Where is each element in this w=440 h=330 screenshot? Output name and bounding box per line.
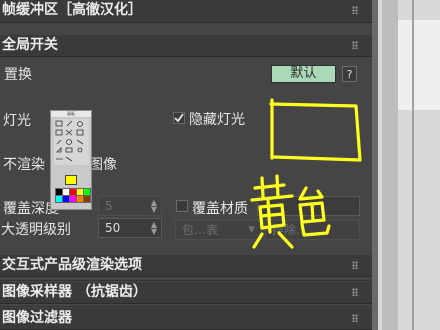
section-header-interactive[interactable]: 交互式产品级渲染选项 (0, 255, 372, 277)
chevron-down-icon: ▼ (248, 225, 255, 235)
checkmark-icon (174, 113, 184, 123)
frame-line (412, 0, 414, 330)
grip-icon (352, 261, 358, 269)
divider (0, 306, 372, 307)
override-depth-value: 5 (105, 199, 113, 213)
spinner-icon[interactable]: ▲ ▼ (151, 199, 157, 214)
window-edge (372, 0, 378, 330)
spinner-icon[interactable]: ▲ ▼ (151, 221, 157, 236)
wall-panel (382, 0, 398, 330)
override-material-checkbox[interactable] (176, 200, 188, 212)
section-title: 全局开关 (2, 37, 58, 53)
current-color-swatch[interactable] (65, 175, 77, 185)
color-swatches[interactable] (55, 188, 91, 208)
tools-icon (55, 120, 84, 162)
default-button[interactable]: 默认 (271, 65, 336, 83)
desktop-background (372, 0, 440, 330)
section-header-frame-buffer[interactable]: 帧缓冲区［高徹汉化］ (0, 0, 372, 23)
section-header-image-filter[interactable]: 图像过滤器 (0, 308, 372, 330)
exclude-button[interactable]: 排除… (265, 220, 360, 240)
override-material-slot[interactable] (257, 196, 360, 216)
image-label: 图像 (89, 157, 117, 173)
palette-title: 画板 (51, 111, 91, 117)
palette-tools[interactable] (54, 119, 89, 165)
divider (0, 280, 372, 281)
swatch-brown[interactable] (83, 195, 91, 203)
section-title: 图像采样器 （抗锯齿） (2, 284, 147, 300)
max-transparency-value: 50 (105, 221, 121, 235)
override-material-label: 覆盖材质 (192, 201, 248, 217)
section-title: 交互式产品级渲染选项 (2, 257, 142, 273)
include-label: 包…表 (182, 223, 219, 237)
section-title: 帧缓冲区［高徹汉化］ (2, 2, 142, 18)
section-title: 图像过滤器 (2, 310, 72, 326)
help-button[interactable]: ? (342, 66, 357, 82)
paint-palette-window[interactable]: 画板 (50, 110, 92, 210)
grip-icon (352, 41, 358, 49)
replace-label: 置换 (4, 67, 32, 83)
window-light (398, 20, 440, 110)
lights-label: 灯光 (3, 113, 31, 129)
grip-icon (352, 6, 358, 14)
section-header-global-switches[interactable]: 全局开关 (0, 35, 372, 57)
max-transparency-label: 大透明级别 (1, 222, 71, 238)
dont-render-label: 不渲染 (3, 157, 45, 173)
hidden-lights-checkbox[interactable] (173, 112, 185, 124)
hidden-lights-label: 隐藏灯光 (189, 112, 245, 128)
section-header-image-sampler[interactable]: 图像采样器 （抗锯齿） (0, 282, 372, 304)
exclude-label: 排除… (272, 223, 309, 237)
override-depth-field[interactable]: 5 ▲ ▼ (98, 196, 162, 216)
include-list-dropdown[interactable]: 包…表 ▼ (175, 220, 261, 240)
max-transparency-field[interactable]: 50 ▲ ▼ (98, 218, 162, 238)
grip-icon (352, 314, 358, 322)
grip-icon (352, 288, 358, 296)
